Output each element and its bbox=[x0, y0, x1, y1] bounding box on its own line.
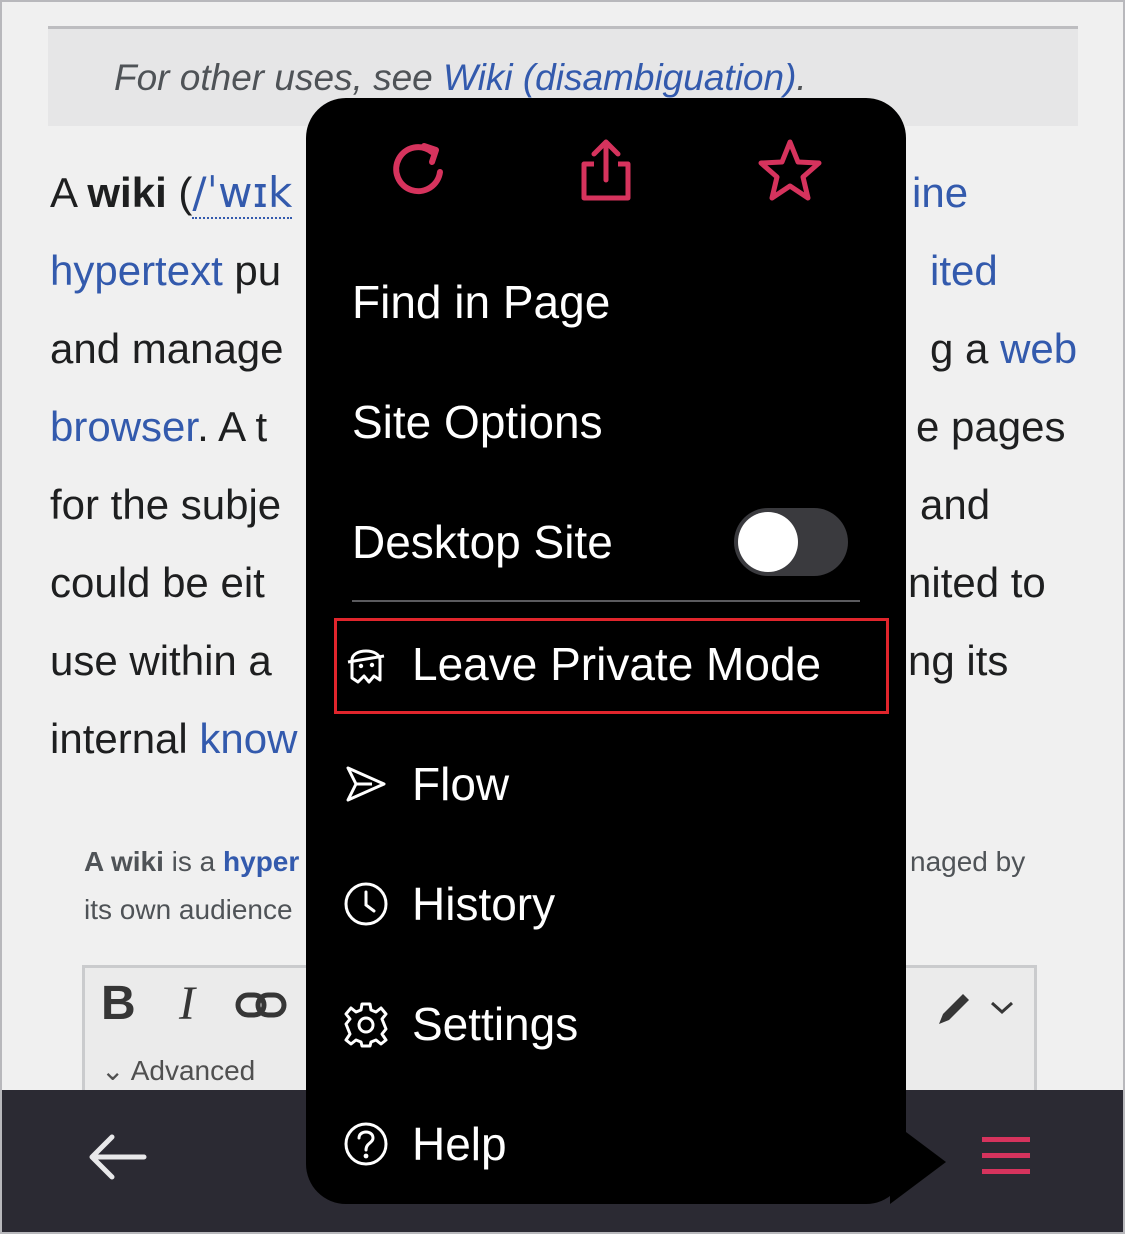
reload-icon[interactable] bbox=[388, 138, 452, 202]
help-question-icon bbox=[344, 1122, 388, 1166]
settings-label: Settings bbox=[412, 998, 579, 1050]
toggle-knob bbox=[738, 512, 798, 572]
help-label: Help bbox=[412, 1118, 507, 1170]
find-in-page-label: Find in Page bbox=[352, 276, 611, 328]
bookmark-star-icon[interactable] bbox=[758, 138, 822, 202]
desktop-site-toggle[interactable] bbox=[734, 508, 848, 576]
flow-label: Flow bbox=[412, 758, 510, 810]
site-options-label: Site Options bbox=[352, 396, 603, 448]
clock-icon bbox=[344, 882, 388, 926]
back-arrow-icon[interactable] bbox=[86, 1132, 148, 1182]
highlight-box bbox=[334, 618, 889, 714]
gear-icon bbox=[344, 1002, 388, 1048]
history-label: History bbox=[412, 878, 556, 930]
menu-item-help[interactable]: Help bbox=[306, 1094, 906, 1194]
menu-item-site-options[interactable]: Site Options bbox=[306, 372, 906, 472]
desktop-site-label: Desktop Site bbox=[352, 516, 613, 568]
menu-item-find-in-page[interactable]: Find in Page bbox=[306, 252, 906, 352]
menu-pointer-tail bbox=[890, 1120, 946, 1204]
menu-item-flow[interactable]: Flow bbox=[306, 734, 906, 834]
menu-item-history[interactable]: History bbox=[306, 854, 906, 954]
hamburger-menu-icon[interactable] bbox=[980, 1134, 1032, 1178]
flow-send-icon bbox=[346, 766, 386, 802]
menu-divider bbox=[352, 600, 860, 602]
menu-item-settings[interactable]: Settings bbox=[306, 974, 906, 1074]
share-icon[interactable] bbox=[574, 138, 638, 202]
